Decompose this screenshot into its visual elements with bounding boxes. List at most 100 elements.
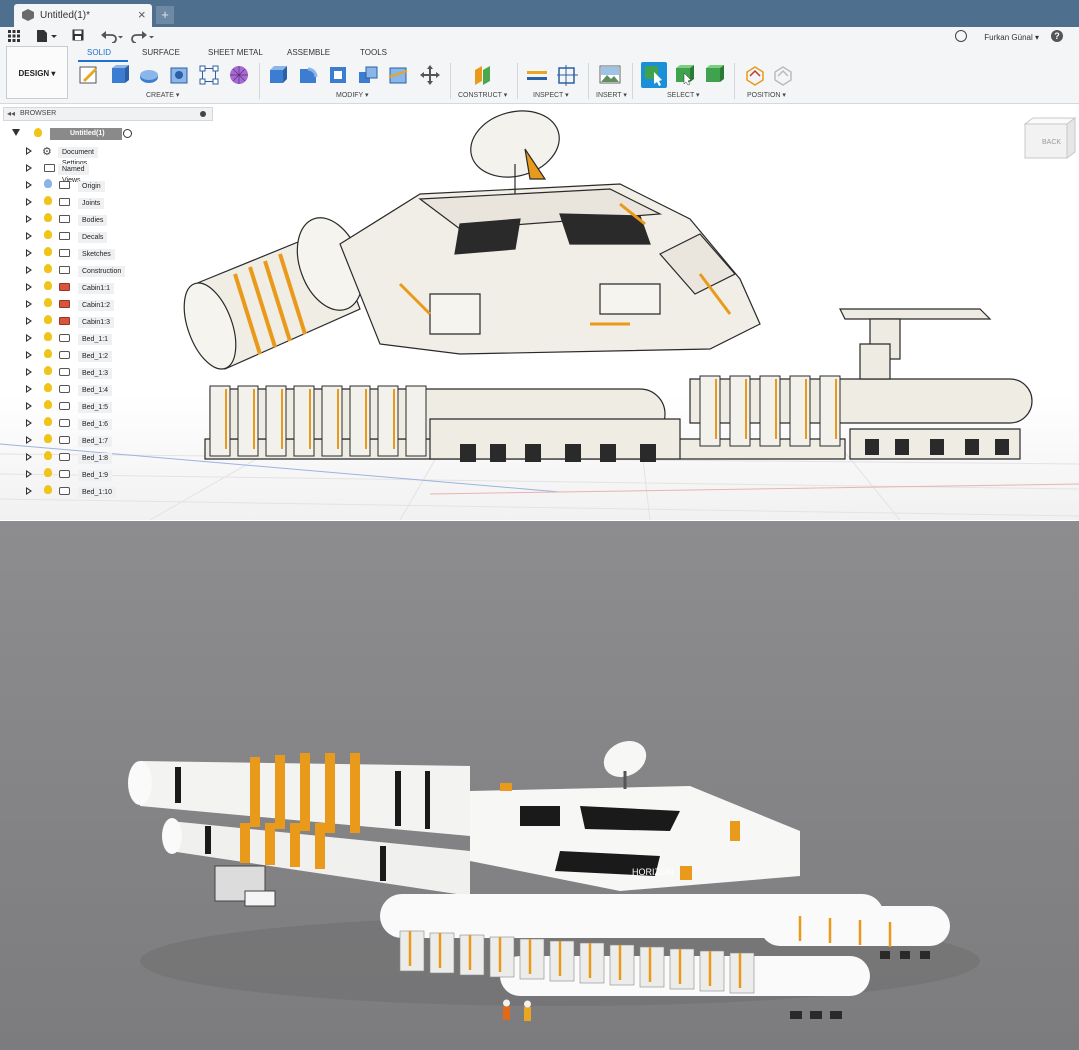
insert-menu[interactable]: INSERT ▾: [596, 91, 627, 99]
create-sketch-icon[interactable]: [78, 64, 100, 86]
collapse-root-icon[interactable]: [12, 129, 20, 136]
file-menu-icon[interactable]: [36, 29, 58, 43]
root-component-label[interactable]: Untitled(1): [50, 128, 122, 140]
extrude-icon[interactable]: [108, 64, 130, 86]
separator: [588, 63, 589, 99]
visibility-bulb-icon[interactable]: [44, 196, 52, 205]
visibility-bulb-icon[interactable]: [44, 315, 52, 324]
activate-component-icon[interactable]: [123, 129, 132, 138]
visibility-bulb-icon[interactable]: [44, 281, 52, 290]
folder-icon: [59, 232, 70, 240]
offset-plane-icon[interactable]: [472, 64, 494, 86]
split-body-icon[interactable]: [387, 64, 409, 86]
browser-title: BROWSER: [20, 110, 57, 117]
user-menu[interactable]: Furkan Günal ▾: [984, 33, 1039, 42]
component-icon: [59, 487, 70, 495]
viewcube-face: BACK: [1042, 139, 1061, 146]
visibility-bulb-icon[interactable]: [34, 128, 42, 137]
hull-name-text: HORIZON: [632, 867, 674, 877]
apps-grid-icon[interactable]: [8, 30, 20, 42]
visibility-bulb-icon[interactable]: [44, 247, 52, 256]
revolve-icon[interactable]: [138, 64, 160, 86]
visibility-bulb-icon[interactable]: [44, 400, 52, 409]
separator: [450, 63, 451, 99]
visibility-bulb-icon[interactable]: [44, 332, 52, 341]
visibility-bulb-icon[interactable]: [44, 230, 52, 239]
separator: [517, 63, 518, 99]
browser-panel-header[interactable]: ◂◂ BROWSER: [3, 107, 213, 121]
vehicle-model-viewport: BACK: [0, 110, 1079, 520]
tab-surface[interactable]: SURFACE: [142, 48, 180, 57]
measure-icon[interactable]: [526, 64, 548, 86]
selection-filter-icon[interactable]: [704, 64, 726, 86]
visibility-bulb-icon[interactable]: [44, 349, 52, 358]
tree-root[interactable]: Untitled(1): [6, 126, 146, 142]
workspace-switcher[interactable]: DESIGN ▾: [6, 46, 68, 99]
visibility-bulb-icon[interactable]: [44, 485, 52, 494]
insert-canvas-icon[interactable]: [599, 64, 621, 86]
shell-icon[interactable]: [327, 64, 349, 86]
visibility-bulb-icon[interactable]: [44, 264, 52, 273]
hole-icon[interactable]: [168, 64, 190, 86]
visibility-bulb-icon[interactable]: [44, 383, 52, 392]
save-icon[interactable]: [72, 29, 84, 41]
component-icon: [59, 385, 70, 393]
component-icon: [59, 317, 70, 325]
tab-solid[interactable]: SOLID: [87, 48, 111, 57]
create-form-icon[interactable]: [228, 64, 250, 86]
folder-icon: [44, 164, 55, 172]
viewcube[interactable]: BACK: [1023, 117, 1077, 159]
move-copy-icon[interactable]: [419, 64, 441, 86]
position-menu[interactable]: POSITION ▾: [747, 91, 786, 99]
visibility-bulb-icon[interactable]: [44, 434, 52, 443]
select-tool-icon[interactable]: [641, 62, 667, 88]
design-canvas[interactable]: BACK: [0, 104, 1079, 520]
new-tab-button[interactable]: +: [156, 6, 174, 24]
tab-tools[interactable]: TOOLS: [360, 48, 387, 57]
document-tab[interactable]: Untitled(1)* ×: [14, 4, 152, 27]
modify-menu[interactable]: MODIFY ▾: [336, 91, 369, 99]
tab-assemble[interactable]: ASSEMBLE: [287, 48, 330, 57]
undo-icon[interactable]: [100, 29, 124, 43]
vehicle-render: HORIZON: [128, 741, 980, 1021]
combine-icon[interactable]: [357, 64, 379, 86]
rendered-vehicle-image: HORIZON: [0, 521, 1079, 1050]
pattern-icon[interactable]: [198, 64, 220, 86]
inspect-menu[interactable]: INSPECT ▾: [533, 91, 569, 99]
separator: [259, 63, 260, 99]
visibility-bulb-icon[interactable]: [44, 417, 52, 426]
visibility-bulb-icon[interactable]: [44, 366, 52, 375]
close-tab-icon[interactable]: ×: [138, 7, 146, 22]
revert-position-icon[interactable]: [772, 64, 794, 86]
visibility-bulb-icon[interactable]: [44, 298, 52, 307]
folder-icon: [59, 215, 70, 223]
section-analysis-icon[interactable]: [556, 64, 578, 86]
folder-icon: [59, 249, 70, 257]
component-icon: [59, 300, 70, 308]
visibility-bulb-icon[interactable]: [44, 179, 52, 188]
job-status-icon[interactable]: [955, 30, 967, 42]
separator: [734, 63, 735, 99]
visibility-bulb-icon[interactable]: [44, 451, 52, 460]
construct-menu[interactable]: CONSTRUCT ▾: [458, 91, 507, 99]
folder-icon: [59, 181, 70, 189]
visibility-bulb-icon[interactable]: [44, 213, 52, 222]
collapse-browser-icon[interactable]: ◂◂: [7, 109, 15, 118]
visibility-bulb-icon[interactable]: [44, 468, 52, 477]
select-menu[interactable]: SELECT ▾: [667, 91, 700, 99]
create-menu[interactable]: CREATE ▾: [146, 91, 179, 99]
press-pull-icon[interactable]: [267, 64, 289, 86]
fillet-icon[interactable]: [297, 64, 319, 86]
component-icon: [59, 368, 70, 376]
toolbar: Furkan Günal ▾ ? SOLID SURFACE SHEET MET…: [0, 27, 1079, 104]
separator: [632, 63, 633, 99]
help-icon[interactable]: ?: [1051, 30, 1063, 42]
tab-sheet-metal[interactable]: SHEET METAL: [208, 48, 263, 57]
component-icon: [59, 283, 70, 291]
redo-icon[interactable]: [130, 29, 154, 43]
component-icon: [59, 453, 70, 461]
browser-options-icon[interactable]: [200, 111, 206, 117]
capture-position-icon[interactable]: [744, 64, 766, 86]
component-icon: [59, 419, 70, 427]
window-select-icon[interactable]: [674, 64, 696, 86]
